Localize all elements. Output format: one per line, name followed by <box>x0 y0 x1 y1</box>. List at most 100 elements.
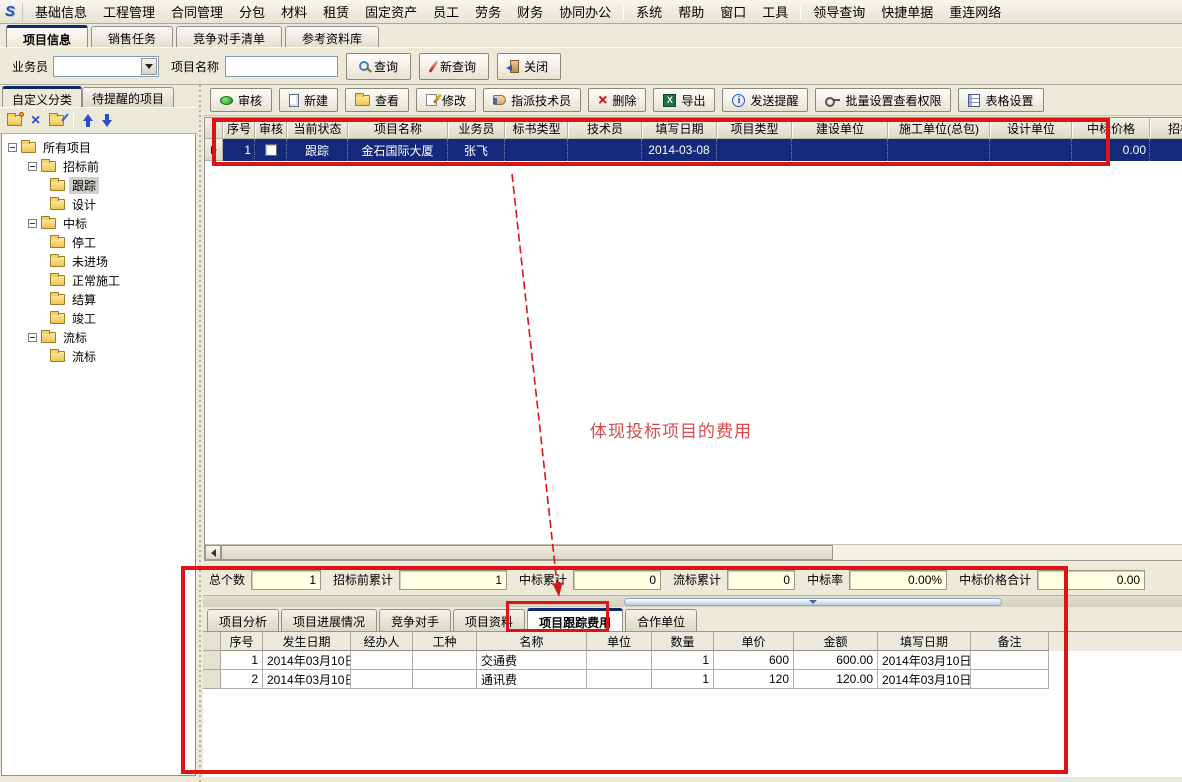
col-fill-date[interactable]: 填写日期 <box>642 118 717 139</box>
menu-item-window[interactable]: 窗口 <box>712 0 754 23</box>
tree-item-all-projects[interactable]: 所有项目 <box>2 138 195 157</box>
tree-item-settlement[interactable]: 结算 <box>2 290 195 309</box>
tree-item-suspended[interactable]: 停工 <box>2 233 195 252</box>
tab-competitors[interactable]: 竞争对手 <box>379 609 451 631</box>
col-quantity[interactable]: 数量 <box>652 632 714 651</box>
menu-item-help[interactable]: 帮助 <box>670 0 712 23</box>
menu-item-fixed-assets[interactable]: 固定资产 <box>357 0 425 23</box>
tree-item-lost-bid-child[interactable]: 流标 <box>2 347 195 366</box>
col-name[interactable]: 名称 <box>477 632 587 651</box>
move-down-icon[interactable] <box>102 114 112 127</box>
col-remarks[interactable]: 备注 <box>971 632 1049 651</box>
menu-item-system[interactable]: 系统 <box>628 0 670 23</box>
tree-item-pre-bid[interactable]: 招标前 <box>2 157 195 176</box>
tree-item-not-entered[interactable]: 未进场 <box>2 252 195 271</box>
chevron-down-icon[interactable] <box>141 58 157 75</box>
table-row[interactable]: 1 2014年03月10日 交通费 1 600 600.00 2014年03月1… <box>203 651 1182 670</box>
table-row[interactable]: 1 跟踪 金石国际大厦 张飞 2014-03-08 0.00 <box>205 139 1182 161</box>
menu-item-employee[interactable]: 员工 <box>425 0 467 23</box>
collapse-icon[interactable] <box>28 333 37 342</box>
batch-permission-button[interactable]: 批量设置查看权限 <box>815 88 951 112</box>
tab-project-progress[interactable]: 项目进展情况 <box>281 609 377 631</box>
tab-competitor-list[interactable]: 竞争对手清单 <box>176 26 282 47</box>
menu-item-contract[interactable]: 合同管理 <box>163 0 231 23</box>
menu-item-leader-query[interactable]: 领导查询 <box>805 0 873 23</box>
horizontal-scrollbar[interactable] <box>205 544 1182 560</box>
col-seq[interactable]: 序号 <box>221 632 263 651</box>
collapse-icon[interactable] <box>28 162 37 171</box>
col-amount[interactable]: 金额 <box>794 632 878 651</box>
menu-item-lease[interactable]: 租赁 <box>315 0 357 23</box>
col-seq[interactable]: 序号 <box>223 118 255 139</box>
tab-reference-library[interactable]: 参考资料库 <box>285 26 379 47</box>
tree-item-lost-bid[interactable]: 流标 <box>2 328 195 347</box>
salesperson-combobox[interactable] <box>53 56 159 77</box>
modify-button[interactable]: 修改 <box>416 88 476 112</box>
table-settings-button[interactable]: 表格设置 <box>958 88 1043 112</box>
menu-item-subcontract[interactable]: 分包 <box>231 0 273 23</box>
tree-item-won-bid[interactable]: 中标 <box>2 214 195 233</box>
new-folder-icon[interactable] <box>7 115 22 126</box>
collapse-slider[interactable] <box>624 598 1002 606</box>
menu-item-quick-docs[interactable]: 快捷单据 <box>873 0 941 23</box>
tree-item-tracking[interactable]: 跟踪 <box>2 176 195 195</box>
col-construction-unit[interactable]: 建设单位 <box>792 118 888 139</box>
tab-project-analysis[interactable]: 项目分析 <box>207 609 279 631</box>
col-occur-date[interactable]: 发生日期 <box>263 632 351 651</box>
send-reminder-button[interactable]: i发送提醒 <box>722 88 808 112</box>
col-work-type[interactable]: 工种 <box>413 632 477 651</box>
close-button[interactable]: 关闭 <box>497 53 561 80</box>
menu-item-tools[interactable]: 工具 <box>754 0 796 23</box>
tree-item-completed[interactable]: 竣工 <box>2 309 195 328</box>
col-bid-type[interactable]: 标书类型 <box>505 118 568 139</box>
col-handler[interactable]: 经办人 <box>351 632 413 651</box>
tab-project-info[interactable]: 项目信息 <box>6 25 88 47</box>
row-selector[interactable] <box>203 651 221 670</box>
col-unit[interactable]: 单位 <box>587 632 652 651</box>
new-query-button[interactable]: 新查询 <box>419 53 489 80</box>
tab-cooperative-units[interactable]: 合作单位 <box>625 609 697 631</box>
delete-category-icon[interactable]: × <box>31 114 40 128</box>
col-salesperson[interactable]: 业务员 <box>448 118 505 139</box>
col-contractor[interactable]: 施工单位(总包) <box>888 118 990 139</box>
col-unit-price[interactable]: 单价 <box>714 632 794 651</box>
tab-tracking-expenses[interactable]: 项目跟踪费用 <box>527 608 623 631</box>
col-status[interactable]: 当前状态 <box>287 118 348 139</box>
audit-button[interactable]: 审核 <box>210 88 272 112</box>
rename-folder-icon[interactable] <box>49 115 64 126</box>
tree-item-design[interactable]: 设计 <box>2 195 195 214</box>
scrollbar-thumb[interactable] <box>221 545 833 560</box>
menu-item-basic-info[interactable]: 基础信息 <box>27 0 95 23</box>
sidebar-tab-custom-category[interactable]: 自定义分类 <box>2 86 82 107</box>
collapse-icon[interactable] <box>28 219 37 228</box>
scroll-left-icon[interactable] <box>205 545 221 560</box>
table-row[interactable]: 2 2014年03月10日 通讯费 1 120 120.00 2014年03月1… <box>203 670 1182 689</box>
project-name-input[interactable] <box>225 56 338 77</box>
assign-technician-button[interactable]: 指派技术员 <box>483 88 581 112</box>
tab-sales-tasks[interactable]: 销售任务 <box>91 26 173 47</box>
col-technician[interactable]: 技术员 <box>568 118 642 139</box>
new-button[interactable]: 新建 <box>279 88 338 112</box>
col-project-type[interactable]: 项目类型 <box>717 118 792 139</box>
export-button[interactable]: X导出 <box>653 88 715 112</box>
sidebar-tab-reminder-projects[interactable]: 待提醒的项目 <box>82 87 174 107</box>
delete-button[interactable]: ×删除 <box>588 88 646 112</box>
tree-item-normal-construction[interactable]: 正常施工 <box>2 271 195 290</box>
menu-item-material[interactable]: 材料 <box>273 0 315 23</box>
col-design-unit[interactable]: 设计单位 <box>990 118 1072 139</box>
menu-item-engineering[interactable]: 工程管理 <box>95 0 163 23</box>
col-bid-method[interactable]: 招标 <box>1150 118 1182 139</box>
menu-item-labor[interactable]: 劳务 <box>467 0 509 23</box>
menu-item-reconnect[interactable]: 重连网络 <box>941 0 1009 23</box>
col-win-price[interactable]: 中标价格 <box>1072 118 1150 139</box>
audit-checkbox[interactable] <box>265 144 277 156</box>
move-up-icon[interactable] <box>83 114 93 127</box>
col-project-name[interactable]: 项目名称 <box>348 118 448 139</box>
tab-project-documents[interactable]: 项目资料 <box>453 609 525 631</box>
collapse-icon[interactable] <box>8 143 17 152</box>
query-button[interactable]: 查询 <box>346 53 411 80</box>
col-audit[interactable]: 审核 <box>255 118 287 139</box>
row-selector[interactable] <box>203 670 221 689</box>
col-fill-date[interactable]: 填写日期 <box>878 632 971 651</box>
view-button[interactable]: 查看 <box>345 88 409 112</box>
